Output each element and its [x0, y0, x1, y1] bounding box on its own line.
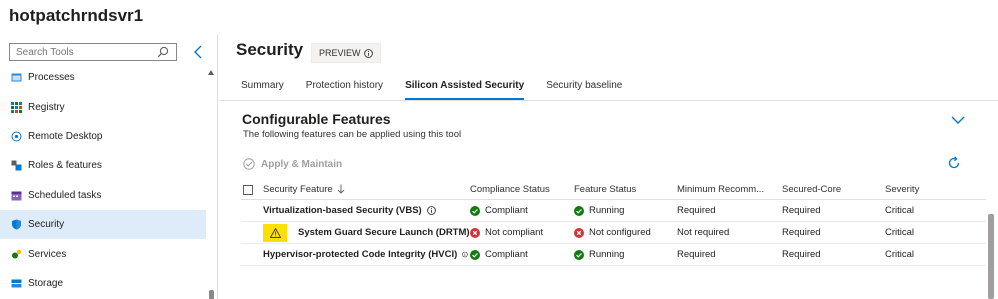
tab-security-baseline[interactable]: Security baseline [546, 80, 622, 100]
main-scrollbar[interactable] [987, 101, 997, 299]
warning-badge [263, 224, 287, 242]
minimum-cell: Required [677, 205, 716, 216]
sidebar-item-security[interactable]: Security [0, 209, 206, 240]
tab-silicon-assisted-security[interactable]: Silicon Assisted Security [405, 80, 525, 100]
severity-cell: Critical [885, 227, 915, 238]
tab-summary[interactable]: Summary [241, 80, 284, 100]
search-icon[interactable] [157, 46, 169, 58]
table-row[interactable]: System Guard Secure Launch (DRTM) ... No… [241, 222, 986, 244]
success-check-icon [470, 249, 480, 260]
sidebar-item-registry[interactable]: Registry [0, 92, 206, 121]
feature-name: System Guard Secure Launch (DRTM) ... [298, 227, 481, 238]
section-subtitle: The following features can be applied us… [243, 129, 462, 140]
roles-features-icon [11, 160, 22, 171]
sidebar-item-storage[interactable]: Storage [0, 269, 206, 298]
feature-name: Virtualization-based Security (VBS) [263, 205, 422, 216]
apply-maintain-button[interactable]: Apply & Maintain [243, 158, 342, 170]
warning-icon [269, 228, 281, 238]
shield-icon [12, 219, 21, 230]
sidebar-item-label: Scheduled tasks [28, 189, 102, 201]
registry-icon [11, 101, 22, 113]
sidebar-item-label: Registry [28, 101, 65, 113]
select-all-checkbox[interactable] [243, 185, 253, 195]
column-header-security-feature[interactable]: Security Feature [263, 179, 468, 199]
column-header-compliance-status[interactable]: Compliance Status [470, 179, 570, 199]
sidebar-item-label: Services [28, 248, 67, 260]
section-title: Configurable Features [242, 111, 391, 127]
feature-status-cell: Running [574, 200, 674, 221]
apply-maintain-label: Apply & Maintain [261, 158, 343, 170]
sidebar-scrollbar[interactable] [207, 66, 216, 299]
main-content: Security PREVIEW Summary Protection hist… [219, 34, 998, 299]
search-box[interactable] [9, 43, 177, 61]
search-input[interactable] [10, 44, 150, 60]
chevron-down-icon[interactable] [951, 115, 965, 125]
processes-icon [11, 73, 22, 82]
severity-cell: Critical [885, 205, 915, 216]
sidebar-item-roles-features[interactable]: Roles & features [0, 151, 206, 180]
column-header-feature-status[interactable]: Feature Status [574, 179, 674, 199]
info-icon[interactable] [363, 48, 373, 58]
sidebar-item-label: Remote Desktop [28, 130, 103, 142]
feature-cell: System Guard Secure Launch (DRTM) ... [298, 222, 480, 243]
server-title: hotpatchrndsvr1 [9, 6, 144, 25]
preview-badge[interactable]: PREVIEW [311, 43, 381, 63]
sidebar-item-label: Roles & features [28, 160, 102, 172]
success-check-icon [470, 205, 480, 216]
checkmark-circle-icon [243, 158, 255, 170]
minimum-cell: Not required [677, 227, 730, 238]
preview-badge-label: PREVIEW [319, 48, 361, 58]
compliance-cell: Not compliant [470, 222, 570, 243]
sidebar-item-processes[interactable]: Processes [0, 63, 206, 92]
compliance-cell: Compliant [470, 200, 570, 221]
configurable-features-panel: Configurable Features The following feat… [219, 101, 986, 299]
main-scroll-thumb[interactable] [988, 214, 994, 299]
error-x-icon [574, 227, 584, 238]
minimum-cell: Required [677, 249, 716, 260]
table-row[interactable]: Virtualization-based Security (VBS) Comp… [241, 200, 986, 222]
secured-core-cell: Required [782, 249, 821, 260]
scheduled-tasks-icon [11, 191, 22, 201]
sort-down-arrow-icon [337, 184, 345, 194]
success-check-icon [574, 249, 584, 260]
column-header-minimum-recommended[interactable]: Minimum Recomm... [677, 179, 775, 199]
refresh-icon[interactable] [947, 156, 961, 170]
sidebar-item-services[interactable]: Services [0, 239, 206, 268]
sidebar-item-label: Storage [28, 277, 64, 289]
sidebar-item-label: Processes [28, 72, 75, 84]
feature-cell: Hypervisor-protected Code Integrity (HVC… [263, 244, 468, 265]
features-table: Security Feature Compliance Status Featu… [241, 179, 986, 266]
sidebar-item-scheduled-tasks[interactable]: Scheduled tasks [0, 181, 206, 210]
compliance-cell: Compliant [470, 244, 570, 265]
severity-cell: Critical [885, 249, 915, 260]
sidebar-scroll-thumb[interactable] [209, 290, 214, 299]
column-header-secured-core[interactable]: Secured-Core [782, 179, 882, 199]
collapse-sidebar-icon[interactable] [191, 44, 205, 60]
feature-status-cell: Not configured [574, 222, 674, 243]
column-header-severity[interactable]: Severity [885, 179, 985, 199]
page-title: Security [236, 40, 304, 59]
info-icon[interactable] [426, 206, 436, 215]
feature-cell: Virtualization-based Security (VBS) [263, 200, 468, 221]
sidebar-item-remote-desktop[interactable]: Remote Desktop [0, 122, 206, 151]
sidebar-item-label: Security [28, 219, 65, 231]
services-icon [12, 249, 22, 259]
tab-protection-history[interactable]: Protection history [306, 80, 383, 100]
tools-nav-list: Processes Registry Remote Desktop Roles … [0, 63, 206, 298]
error-x-icon [470, 227, 480, 238]
table-row[interactable]: Hypervisor-protected Code Integrity (HVC… [241, 244, 986, 266]
secured-core-cell: Required [782, 205, 821, 216]
success-check-icon [574, 205, 584, 216]
feature-status-cell: Running [574, 244, 674, 265]
tools-sidebar: Processes Registry Remote Desktop Roles … [0, 34, 218, 299]
remote-desktop-icon [11, 131, 22, 142]
storage-icon [11, 279, 22, 288]
info-icon[interactable] [462, 250, 468, 259]
table-header: Security Feature Compliance Status Featu… [241, 179, 986, 200]
scroll-up-arrow-icon[interactable] [208, 70, 214, 75]
security-tabs: Summary Protection history Silicon Assis… [241, 80, 644, 100]
secured-core-cell: Required [782, 227, 821, 238]
feature-name: Hypervisor-protected Code Integrity (HVC… [263, 249, 458, 260]
